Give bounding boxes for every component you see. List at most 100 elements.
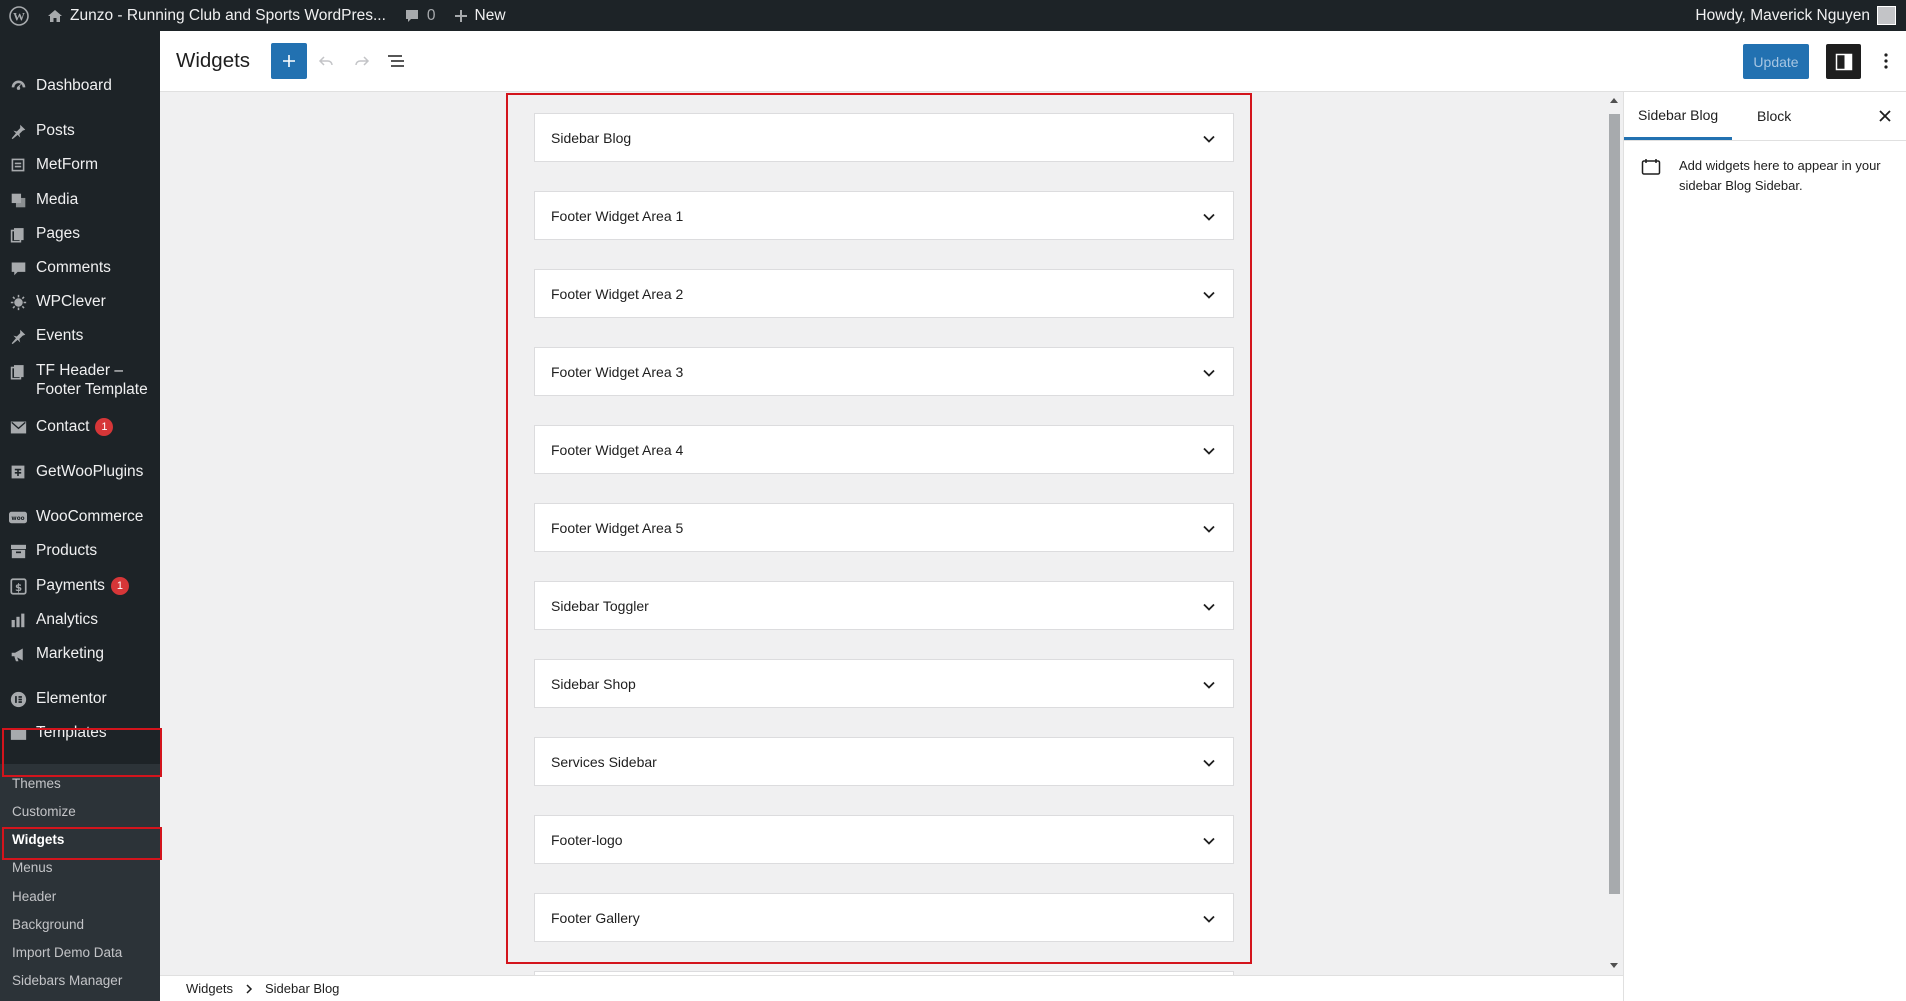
sidebar-item-label: MetForm bbox=[36, 155, 98, 174]
sidebar-item-comments[interactable]: Comments bbox=[0, 258, 160, 282]
tab-widget-area-label: Sidebar Blog bbox=[1638, 106, 1719, 123]
sidebar-item-posts[interactable]: Posts bbox=[0, 121, 160, 145]
widget-area-panel[interactable]: Services Sidebar bbox=[534, 737, 1234, 786]
sidebar-item-label: Comments bbox=[36, 258, 111, 277]
sidebar-item-woocommerce[interactable]: woo WooCommerce bbox=[0, 507, 160, 531]
submenu-item-background[interactable]: Background bbox=[12, 917, 84, 932]
chevron-down-icon[interactable] bbox=[1203, 910, 1215, 926]
sidebar-item-label: Payments 1 bbox=[36, 576, 129, 595]
close-icon bbox=[1879, 110, 1891, 122]
sidebar-item-text: Events bbox=[36, 327, 84, 344]
submenu-item-customize[interactable]: Customize bbox=[12, 804, 76, 819]
widget-area-panel[interactable]: Sidebar Blog bbox=[534, 113, 1234, 162]
chevron-right-icon bbox=[246, 983, 253, 994]
widget-area-panel[interactable]: Sidebar Shop bbox=[534, 659, 1234, 708]
sidebar-item-analytics[interactable]: Analytics bbox=[0, 610, 160, 634]
sidebar-item-text: Marketing bbox=[36, 645, 105, 662]
settings-sidebar-toggle[interactable] bbox=[1826, 44, 1861, 79]
sidebar-item-media[interactable]: Media bbox=[0, 190, 160, 214]
update-button[interactable]: Update bbox=[1743, 44, 1809, 79]
widget-area-panel[interactable]: Footer Widget Area 2 bbox=[534, 269, 1234, 318]
widget-area-panel[interactable]: Footer Gallery bbox=[534, 893, 1234, 942]
sidebar-item-dashboard[interactable]: Dashboard bbox=[0, 76, 160, 100]
submenu-item-themes[interactable]: Themes bbox=[12, 776, 61, 791]
sidebar-item-text: Templates bbox=[36, 724, 107, 741]
options-button[interactable] bbox=[1868, 43, 1904, 79]
chevron-down-icon[interactable] bbox=[1203, 832, 1215, 848]
new-content-link[interactable]: New bbox=[445, 0, 515, 31]
sidebar-item-events[interactable]: Events bbox=[0, 326, 160, 350]
breadcrumb-root[interactable]: Widgets bbox=[186, 981, 233, 996]
widget-area-title: Footer Widget Area 3 bbox=[551, 363, 684, 380]
tab-widget-area[interactable]: Sidebar Blog bbox=[1624, 92, 1733, 140]
sidebar-item-tf-header[interactable]: TF Header – Footer Template bbox=[0, 361, 160, 399]
admin-sidebar: Dashboard Posts MetForm Media Pages Comments W… bbox=[0, 31, 160, 1001]
widget-area-panel[interactable]: Footer-logo bbox=[534, 815, 1234, 864]
widget-area-panel[interactable]: Footer Widget Area 3 bbox=[534, 347, 1234, 396]
add-block-button[interactable] bbox=[271, 43, 307, 79]
canvas-scrollbar[interactable] bbox=[1606, 92, 1622, 975]
sidebar-item-metform[interactable]: MetForm bbox=[0, 155, 160, 179]
plugins-icon bbox=[8, 462, 28, 482]
close-inspector-button[interactable] bbox=[1871, 92, 1899, 140]
submenu-item-sidebars-manager[interactable]: Sidebars Manager bbox=[12, 973, 122, 988]
breadcrumb: Widgets Sidebar Blog bbox=[160, 975, 1623, 1001]
chevron-down-icon[interactable] bbox=[1203, 754, 1215, 770]
chevron-down-icon[interactable] bbox=[1203, 208, 1215, 224]
sidebar-item-getwooplugins[interactable]: GetWooPlugins bbox=[0, 462, 160, 486]
scroll-down-icon bbox=[1610, 963, 1618, 968]
submenu-item-menus[interactable]: Menus bbox=[12, 860, 53, 875]
sidebar-item-pages[interactable]: Pages bbox=[0, 224, 160, 248]
sidebar-item-text: TF Header – bbox=[36, 362, 124, 379]
sidebar-item-wpclever[interactable]: WPClever bbox=[0, 292, 160, 316]
appearance-submenu: Themes Customize Widgets Menus Header Backgro… bbox=[0, 764, 160, 1001]
list-view-button[interactable] bbox=[378, 43, 414, 79]
chevron-down-icon[interactable] bbox=[1203, 364, 1215, 380]
sidebar-item-label: Marketing bbox=[36, 644, 104, 663]
breadcrumb-current[interactable]: Sidebar Blog bbox=[265, 981, 339, 996]
sidebar-item-elementor[interactable]: Elementor bbox=[0, 689, 160, 713]
widget-area-icon bbox=[1641, 159, 1661, 175]
sidebar-item-payments[interactable]: $ Payments 1 bbox=[0, 576, 160, 600]
submenu-item-widgets[interactable]: Widgets bbox=[12, 832, 64, 847]
chevron-down-icon[interactable] bbox=[1203, 442, 1215, 458]
widget-area-panel[interactable]: Footer Widget Area 5 bbox=[534, 503, 1234, 552]
widget-area-panel[interactable]: Sidebar Toggler bbox=[534, 581, 1234, 630]
widget-area-description: Add widgets here to appear in your sideb… bbox=[1679, 158, 1881, 193]
comments-count: 0 bbox=[426, 6, 436, 24]
sidebar-item-text: Analytics bbox=[36, 611, 99, 628]
submenu-item-header[interactable]: Header bbox=[12, 889, 56, 904]
account-menu[interactable]: Howdy, Maverick Nguyen bbox=[1686, 0, 1906, 31]
site-name-link[interactable]: Zunzo - Running Club and Sports WordPres… bbox=[38, 0, 395, 31]
comments-link[interactable]: 0 bbox=[395, 0, 445, 31]
sidebar-item-text: Payments bbox=[36, 577, 105, 594]
submenu-item-import-demo-data[interactable]: Import Demo Data bbox=[12, 945, 122, 960]
comments-icon bbox=[8, 258, 28, 278]
widget-area-panel[interactable]: Footer Widget Area 4 bbox=[534, 425, 1234, 474]
sidebar-item-text: Comments bbox=[36, 259, 111, 276]
sidebar-item-templates[interactable]: Templates bbox=[0, 723, 160, 747]
tab-block[interactable]: Block bbox=[1747, 92, 1801, 140]
wordpress-logo-icon: W bbox=[9, 5, 29, 26]
widget-area-panel[interactable]: Footer Widget Area 1 bbox=[534, 191, 1234, 240]
sidebar-item-products[interactable]: Products bbox=[0, 541, 160, 565]
widget-area-title: Footer Widget Area 1 bbox=[551, 207, 684, 224]
scroll-thumb[interactable] bbox=[1609, 114, 1620, 894]
scroll-up-icon bbox=[1610, 98, 1618, 103]
sidebar-item-marketing[interactable]: Marketing bbox=[0, 644, 160, 668]
chevron-down-icon[interactable] bbox=[1203, 286, 1215, 302]
chevron-down-icon[interactable] bbox=[1203, 676, 1215, 692]
sidebar-item-text: Pages bbox=[36, 225, 80, 242]
mail-icon bbox=[8, 417, 28, 437]
undo-button[interactable] bbox=[308, 43, 344, 79]
svg-text:W: W bbox=[13, 9, 25, 23]
sidebar-item-text: Elementor bbox=[36, 690, 107, 707]
sidebar-item-contact[interactable]: Contact 1 bbox=[0, 417, 160, 441]
redo-button[interactable] bbox=[344, 43, 380, 79]
wpclever-icon bbox=[8, 292, 28, 312]
chevron-down-icon[interactable] bbox=[1203, 520, 1215, 536]
wp-logo-menu[interactable]: W bbox=[0, 0, 38, 31]
chevron-down-icon[interactable] bbox=[1203, 598, 1215, 614]
widget-area-title: Sidebar Blog bbox=[551, 129, 632, 146]
chevron-down-icon[interactable] bbox=[1203, 130, 1215, 146]
